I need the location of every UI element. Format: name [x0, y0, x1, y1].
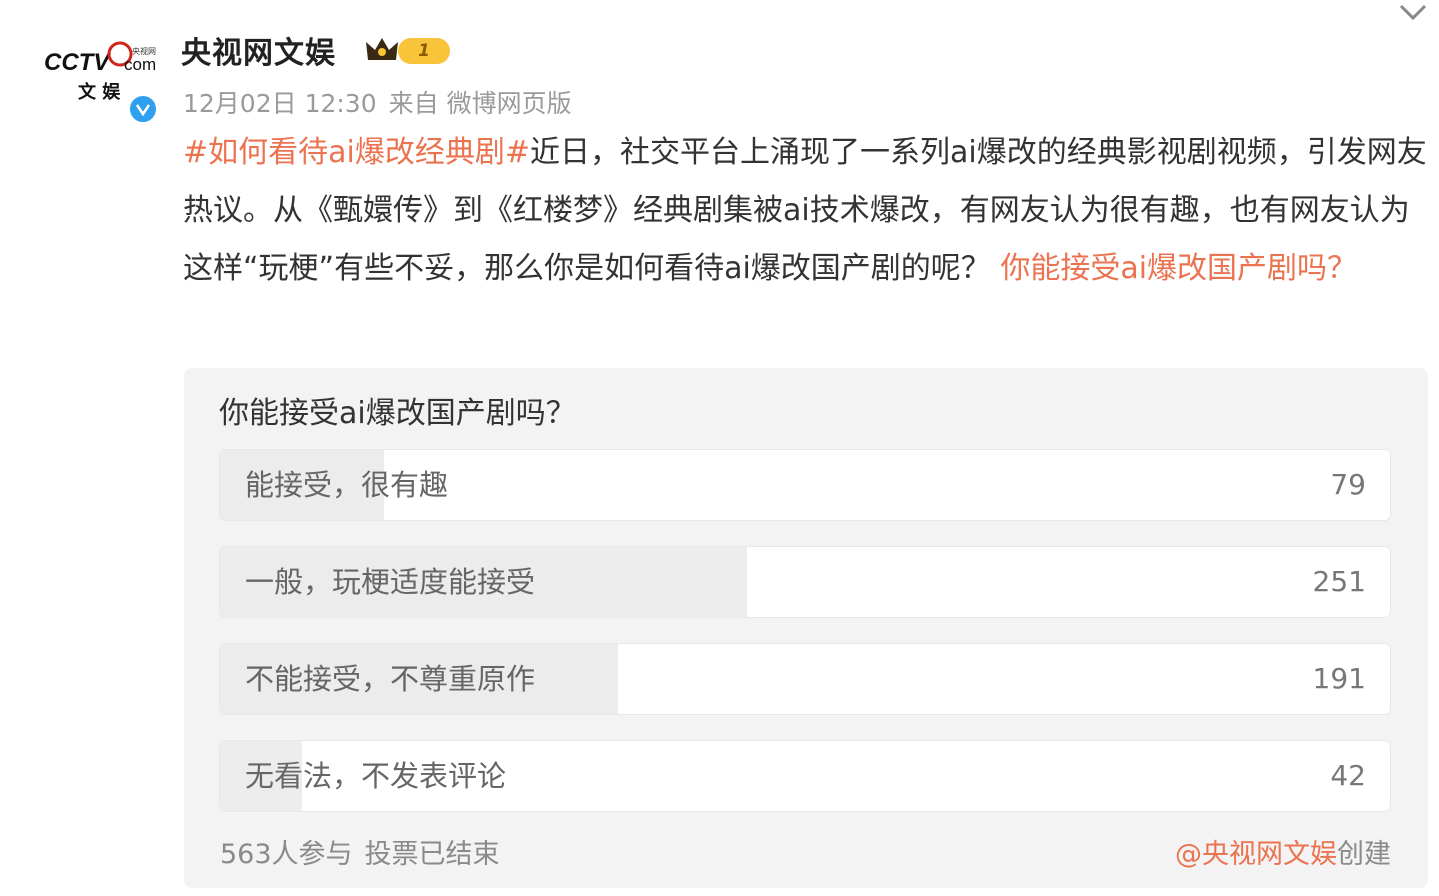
cctv-logo[interactable]: CCTV com 央视网 文 娱: [44, 32, 164, 102]
vote-option-label: 一般，玩梗适度能接受: [245, 565, 536, 599]
vote-option-count: 251: [1312, 565, 1366, 598]
hashtag-link[interactable]: #如何看待ai爆改经典剧#: [183, 135, 530, 170]
vote-option-label: 不能接受，不尊重原作: [245, 662, 536, 696]
vote-option[interactable]: 能接受，很有趣 79: [219, 449, 1391, 521]
post-text: #如何看待ai爆改经典剧#近日，社交平台上涌现了一系列ai爆改的经典影视剧视频，…: [183, 124, 1433, 298]
post-meta: 12月02日 12:30 来自 微博网页版: [183, 84, 584, 120]
vote-participants: 563人参与: [220, 839, 353, 870]
level-badge[interactable]: 1: [398, 38, 450, 64]
creator-link[interactable]: @央视网文娱: [1175, 839, 1337, 870]
crown-icon: [366, 38, 398, 60]
post-date[interactable]: 12月02日 12:30: [183, 89, 377, 118]
vote-option-count: 42: [1330, 759, 1366, 792]
vote-option-count: 191: [1312, 662, 1366, 695]
post-source: 来自 微博网页版: [388, 89, 572, 118]
logo-tiny-text: 央视网: [132, 46, 156, 56]
vote-creator: @央视网文娱创建: [1175, 832, 1391, 871]
vote-status: 投票已结束: [364, 839, 500, 870]
logo-com-text: com: [124, 55, 156, 74]
creator-suffix: 创建: [1337, 839, 1391, 870]
vote-option[interactable]: 不能接受，不尊重原作 191: [219, 643, 1391, 715]
vote-link[interactable]: 你能接受ai爆改国产剧吗？: [1000, 251, 1357, 286]
vote-option[interactable]: 无看法，不发表评论 42: [219, 740, 1391, 812]
vote-option[interactable]: 一般，玩梗适度能接受 251: [219, 546, 1391, 618]
vote-option-label: 能接受，很有趣: [245, 468, 449, 502]
logo-cctv-text: CCTV: [44, 49, 111, 76]
vote-summary: 563人参与 投票已结束: [220, 832, 512, 871]
vote-option-label: 无看法，不发表评论: [245, 759, 507, 793]
verified-v-icon: [128, 94, 158, 124]
vote-question: 你能接受ai爆改国产剧吗？: [219, 396, 576, 431]
chevron-down-icon[interactable]: [1397, 0, 1429, 24]
logo-sub-text: 文 娱: [78, 81, 121, 102]
author-name[interactable]: 央视网文娱: [181, 28, 336, 72]
vote-option-count: 79: [1330, 468, 1366, 501]
